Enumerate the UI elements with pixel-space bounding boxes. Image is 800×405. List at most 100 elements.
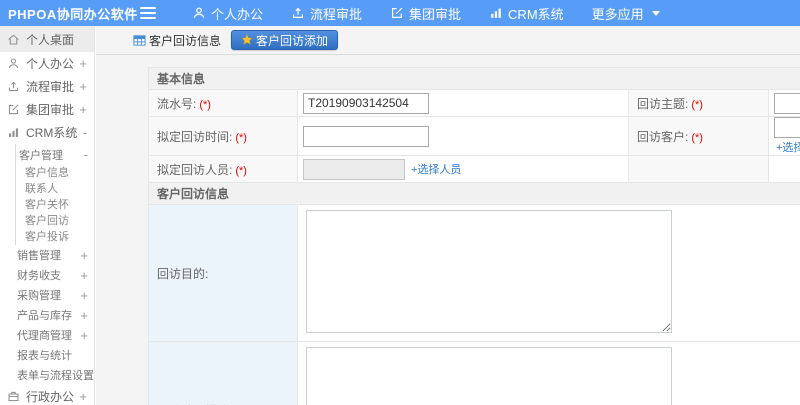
grid-icon [133, 34, 146, 47]
sidebar-item-purchasing[interactable]: 采购管理 + [0, 285, 94, 305]
result-textarea[interactable] [306, 347, 672, 405]
nav-group-approval[interactable]: 集团审批 [376, 0, 475, 26]
select-person-link[interactable]: +选择人员 [411, 164, 461, 176]
sidebar-item-label: 销售管理 [17, 250, 61, 262]
topbar-nav: 个人办公 流程审批 集团审批 CRM系统 更多应用 [178, 0, 674, 26]
sidebar-item-customer-mgmt[interactable]: 客户管理 - [16, 144, 94, 165]
sidebar-item-label: 代理商管理 [17, 330, 72, 342]
expand-toggle[interactable]: + [78, 328, 88, 343]
home-icon [7, 33, 20, 46]
sidebar-item-crm-system[interactable]: CRM系统 - [0, 121, 94, 144]
topic-input[interactable] [774, 92, 800, 114]
customer-input[interactable] [774, 117, 800, 138]
content-area: 客户回访信息 客户回访添加 基本信息 流水号: (*) T20190903142… [96, 26, 800, 405]
person-cell: +选择人员 [297, 155, 629, 183]
flow-icon [291, 6, 305, 20]
app-logo[interactable]: PHPOA协同办公软件 [0, 4, 138, 23]
sidebar-item-label: 集团审批 [26, 103, 75, 117]
collapse-toggle[interactable]: - [81, 125, 87, 140]
customer-cell: +选择企业 [767, 116, 800, 156]
time-cell [297, 116, 629, 156]
star-add-icon [241, 34, 253, 46]
sidebar-item-reports-stats[interactable]: 报表与统计 [0, 345, 94, 365]
form-panel: 基本信息 流水号:(*) 回访主题:(*) [147, 67, 800, 405]
required-mark: (*) [199, 98, 211, 111]
sidebar-item-customer-care[interactable]: 客户关怀 [16, 197, 94, 213]
topic-cell [767, 89, 800, 117]
sidebar-item-agent-mgmt[interactable]: 代理商管理 + [0, 325, 94, 345]
tab-callback-list[interactable]: 客户回访信息 [133, 32, 221, 49]
serial-cell [297, 89, 629, 117]
serial-input[interactable] [303, 92, 429, 114]
sidebar-item-workflow-approval[interactable]: 流程审批 + [0, 75, 94, 98]
edit-icon [7, 103, 20, 116]
sidebar-item-group-approval[interactable]: 集团审批 + [0, 98, 94, 121]
topbar: PHPOA协同办公软件 个人办公 流程审批 集团审批 CRM系统 更多应用 [0, 0, 800, 26]
sidebar-item-label: 行政办公 [26, 390, 75, 404]
nav-label: CRM系统 [508, 6, 564, 22]
expand-toggle[interactable]: + [77, 79, 87, 94]
sidebar-item-personal-office[interactable]: 个人办公 + [0, 52, 94, 75]
sidebar-item-finance[interactable]: 财务收支 + [0, 265, 94, 285]
time-label: 拟定回访时间: (*) [148, 116, 298, 156]
serial-label: 流水号: (*) [148, 89, 298, 117]
nav-label: 流程审批 [310, 6, 363, 22]
empty-input-cell [767, 155, 800, 183]
required-mark: (*) [235, 164, 247, 177]
tab-callback-add[interactable]: 客户回访添加 [231, 30, 339, 50]
collapse-toggle[interactable]: - [82, 147, 88, 162]
sidebar-item-sales-mgmt[interactable]: 销售管理 + [0, 245, 94, 265]
empty-label-cell [628, 155, 769, 183]
expand-toggle[interactable]: + [78, 288, 88, 303]
sidebar-item-label: 财务收支 [17, 270, 61, 282]
time-input[interactable] [303, 125, 429, 147]
callback-form-table: 基本信息 流水号:(*) 回访主题:(*) [147, 67, 800, 405]
nav-more-apps[interactable]: 更多应用 [578, 0, 674, 26]
expand-toggle[interactable]: + [77, 389, 87, 404]
sidebar-item-desktop[interactable]: 个人桌面 [0, 26, 94, 52]
nav-workflow-approval[interactable]: 流程审批 [277, 0, 376, 26]
expand-toggle[interactable]: + [78, 248, 88, 263]
section-header-callback-info: 客户回访信息 [147, 182, 800, 205]
sidebar: 个人桌面 个人办公 + 流程审批 + 集团审批 + CRM系统 - 客户管理 -… [0, 26, 104, 405]
sidebar-item-label: CRM系统 [26, 126, 78, 140]
expand-toggle[interactable]: + [78, 268, 88, 283]
tab-label: 客户回访添加 [256, 33, 329, 48]
user-icon [7, 57, 20, 70]
hamburger-icon[interactable] [140, 7, 156, 19]
nav-crm-system[interactable]: CRM系统 [475, 0, 578, 26]
sidebar-item-label: 报表与统计 [17, 350, 72, 362]
sidebar-item-customer-info[interactable]: 客户信息 [16, 165, 94, 181]
tab-bar: 客户回访信息 客户回访添加 [96, 26, 800, 55]
required-mark: (*) [235, 131, 247, 144]
nav-personal-office[interactable]: 个人办公 [178, 0, 277, 26]
select-company-link[interactable]: +选择企业 [776, 139, 800, 155]
section-header-basic-info: 基本信息 [147, 67, 800, 90]
chart-icon [7, 126, 20, 139]
briefcase-icon [7, 390, 20, 403]
sidebar-item-label: 个人桌面 [26, 32, 75, 47]
sidebar-item-form-flow-settings[interactable]: 表单与流程设置 + [0, 365, 104, 385]
app-window: PHPOA协同办公软件 个人办公 流程审批 集团审批 CRM系统 更多应用 个人… [0, 0, 800, 405]
crm-submenu: 客户管理 - 客户信息 联系人 客户关怀 客户回访 客户投诉 销售管理 + 财务… [0, 144, 104, 385]
edit-icon [390, 6, 404, 20]
sidebar-item-products-inventory[interactable]: 产品与库存 + [0, 305, 94, 325]
expand-toggle[interactable]: + [77, 56, 87, 71]
expand-toggle[interactable]: + [78, 308, 88, 323]
sidebar-item-admin-office[interactable]: 行政办公 + [0, 385, 94, 405]
sidebar-item-label: 表单与流程设置 [17, 370, 94, 382]
sidebar-item-customer-callback[interactable]: 客户回访 [16, 213, 94, 229]
purpose-cell [296, 204, 800, 342]
topic-label: 回访主题: (*) [628, 89, 769, 117]
result-cell [296, 341, 800, 405]
customer-mgmt-group: 客户管理 - 客户信息 联系人 客户关怀 客户回访 客户投诉 [15, 144, 94, 245]
expand-toggle[interactable]: + [77, 102, 87, 117]
sidebar-item-contacts[interactable]: 联系人 [16, 181, 94, 197]
sidebar-item-label: 个人办公 [26, 57, 75, 71]
person-input[interactable] [303, 158, 405, 180]
sidebar-item-label: 客户管理 [19, 149, 63, 162]
flow-icon [7, 80, 20, 93]
purpose-textarea[interactable] [306, 210, 672, 333]
sidebar-item-customer-complaint[interactable]: 客户投诉 [16, 229, 94, 245]
sidebar-item-label: 产品与库存 [17, 310, 72, 322]
